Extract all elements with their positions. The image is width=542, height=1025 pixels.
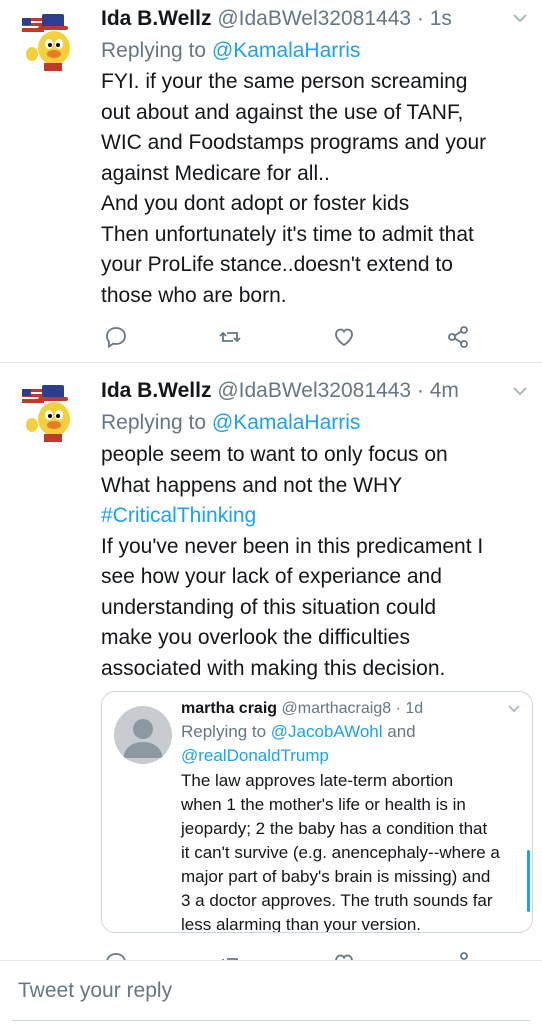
default-avatar-icon[interactable] [114,706,172,764]
timestamp[interactable]: 4m [430,379,459,402]
text-line: it can't survive (e.g. anencephaly--wher… [181,843,500,862]
tweet-actions [101,324,481,350]
mention-link[interactable]: @KamalaHarris [212,411,361,434]
replying-to-label: Replying to [101,39,212,62]
replying-to-label: Replying to [101,411,212,434]
hashtag-link[interactable]: #CriticalThinking [101,501,531,532]
chevron-down-icon[interactable] [510,10,530,26]
reply-icon[interactable] [103,950,129,960]
chevron-down-icon[interactable] [510,383,530,399]
avatar[interactable] [16,379,82,445]
quote-replying-to: Replying to @JacobAWohl and @realDonaldT… [181,720,416,767]
text-line: when 1 the mother's life or health is in [181,795,466,814]
author-name[interactable]: Ida B.Wellz [101,7,211,30]
tweet-text: FYI. if your the same person screaming o… [101,67,531,311]
author-handle[interactable]: @IdaBWel32081443 [217,7,411,30]
text-line: understanding of this situation could [101,595,437,619]
text-line: major part of baby's brain is missing) a… [181,867,491,886]
text-line: 3 a doctor approves. The truth sounds fa… [181,891,493,910]
reply-icon[interactable] [103,324,129,350]
text-line: out about and against the use of TANF, [101,100,464,124]
mention-link[interactable]: @JacobAWohl [271,722,383,741]
text-line: Then unfortunately it's time to admit th… [101,222,474,246]
text-line: see how your lack of experiance and [101,565,442,588]
text-line: If you've never been in this predicament… [101,534,484,558]
text-line: less alarming than your version. [181,915,422,933]
quote-header: martha craig @marthacraig8 · 1d [181,698,423,720]
like-icon[interactable] [331,950,357,960]
text-line: those who are born. [101,283,287,307]
separator: · [411,7,430,30]
and-label: and [382,722,416,741]
quote-text: The law approves late-term abortion when… [181,769,526,933]
retweet-icon[interactable] [217,950,243,960]
text-line: your ProLife stance..doesn't extend to [101,253,453,276]
tweet-header: Ida B.Wellz @IdaBWel32081443 · 1s [101,5,452,33]
replying-to-label: Replying to [181,722,271,741]
text-line: against Medicare for all.. [101,161,330,185]
text-line: people seem to want to only focus on [101,443,448,466]
text-line: make you overlook the difficulties [101,626,410,649]
tweet[interactable]: Ida B.Wellz @IdaBWel32081443 · 4m Replyi… [0,363,542,960]
share-icon[interactable] [445,324,471,350]
share-icon[interactable] [445,950,471,960]
replying-to: Replying to @KamalaHarris [101,408,360,438]
separator: · [391,700,406,717]
retweet-icon[interactable] [217,324,243,350]
separator: · [411,379,430,402]
text-line: WIC and Foodstamps programs and your [101,131,487,154]
tweet-header: Ida B.Wellz @IdaBWel32081443 · 4m [101,377,459,405]
text-line: What happens and not the WHY [101,473,403,497]
quote-author-handle: @marthacraig8 [281,700,392,717]
avatar[interactable] [16,8,82,74]
divider [12,1020,530,1021]
chevron-down-icon[interactable] [506,702,522,714]
text-line: And you dont adopt or foster kids [101,192,410,215]
author-handle[interactable]: @IdaBWel32081443 [217,379,411,402]
author-name[interactable]: Ida B.Wellz [101,379,211,402]
quote-author-name: martha craig [181,700,278,717]
quote-timestamp: 1d [405,700,424,717]
scrollbar[interactable] [527,850,530,912]
text-line: jeopardy; 2 the baby has a condition tha… [181,819,488,838]
tweet[interactable]: Ida B.Wellz @IdaBWel32081443 · 1s Replyi… [0,0,542,363]
quoted-tweet[interactable]: martha craig @marthacraig8 · 1d Replying… [101,691,533,933]
text-line: The law approves late-term abortion [181,771,454,790]
like-icon[interactable] [331,324,357,350]
text-line: FYI. if your the same person screaming [101,70,468,93]
reply-input[interactable]: Tweet your reply [18,979,172,1003]
timestamp[interactable]: 1s [430,7,452,30]
tweet-text: people seem to want to only focus on Wha… [101,440,531,684]
mention-link[interactable]: @realDonaldTrump [181,746,329,765]
tweet-actions [101,950,481,960]
text-line: associated with making this decision. [101,656,446,680]
reply-composer: Tweet your reply [0,960,542,1025]
mention-link[interactable]: @KamalaHarris [212,39,361,62]
replying-to: Replying to @KamalaHarris [101,36,360,66]
